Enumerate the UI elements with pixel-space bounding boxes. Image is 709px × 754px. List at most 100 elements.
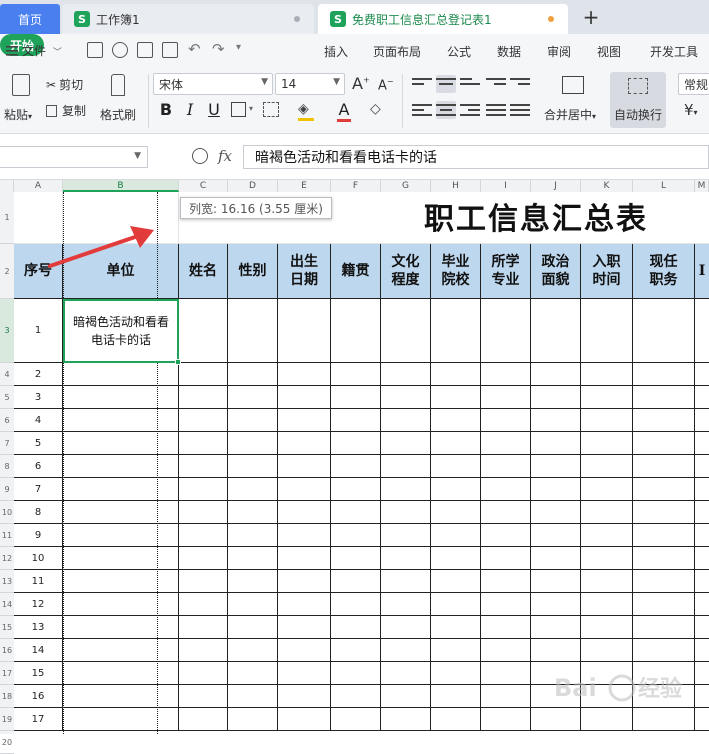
cell[interactable] — [331, 639, 381, 662]
cell[interactable] — [278, 455, 331, 478]
cell[interactable] — [431, 708, 481, 731]
cell[interactable] — [431, 639, 481, 662]
serial-cell[interactable]: 12 — [14, 593, 63, 616]
cell[interactable] — [63, 478, 179, 501]
bold-button[interactable]: B — [156, 100, 176, 119]
cell[interactable] — [581, 501, 633, 524]
cell[interactable] — [278, 639, 331, 662]
row-header[interactable]: 7 — [0, 432, 14, 455]
header-cell[interactable]: 现任 职务 — [633, 244, 695, 299]
cell[interactable] — [179, 363, 228, 386]
header-cell[interactable]: 文化 程度 — [381, 244, 431, 299]
underline-button[interactable]: U — [204, 100, 224, 119]
cell[interactable] — [633, 524, 695, 547]
cell[interactable] — [278, 685, 331, 708]
cell[interactable] — [633, 501, 695, 524]
cell[interactable] — [431, 501, 481, 524]
cell[interactable] — [331, 547, 381, 570]
select-all-corner[interactable] — [0, 180, 14, 192]
header-cell[interactable]: 出生 日期 — [278, 244, 331, 299]
cell[interactable] — [431, 685, 481, 708]
cell[interactable] — [531, 708, 581, 731]
cell[interactable] — [481, 299, 531, 363]
align-left-icon[interactable] — [412, 101, 432, 119]
cell[interactable] — [179, 409, 228, 432]
header-cell[interactable]: 所学 专业 — [481, 244, 531, 299]
serial-cell[interactable]: 7 — [14, 478, 63, 501]
cell[interactable] — [581, 639, 633, 662]
wrap-text-button[interactable]: 自动换行 — [610, 72, 666, 128]
cell[interactable] — [695, 299, 709, 363]
cell[interactable] — [481, 386, 531, 409]
column-header[interactable]: J — [531, 180, 581, 192]
cell[interactable] — [531, 524, 581, 547]
column-header[interactable]: M — [695, 180, 709, 192]
formula-input[interactable]: 暗褐色活动和看看电话卡的话 — [243, 145, 709, 169]
cell[interactable] — [633, 593, 695, 616]
chevron-down-icon[interactable]: ▾ — [249, 104, 253, 113]
cell[interactable] — [278, 524, 331, 547]
zoom-icon[interactable] — [192, 148, 208, 164]
cell[interactable] — [331, 432, 381, 455]
serial-cell[interactable]: 13 — [14, 616, 63, 639]
cell[interactable] — [581, 386, 633, 409]
cell[interactable] — [531, 570, 581, 593]
cell[interactable] — [63, 593, 179, 616]
merge-center-button[interactable]: 合并居中▾ — [544, 72, 604, 128]
cell[interactable] — [581, 593, 633, 616]
row-header[interactable]: 6 — [0, 409, 14, 432]
cell[interactable] — [228, 478, 278, 501]
cell[interactable] — [228, 299, 278, 363]
cell[interactable] — [63, 455, 179, 478]
cell[interactable] — [278, 616, 331, 639]
cell[interactable] — [228, 616, 278, 639]
cell[interactable] — [331, 386, 381, 409]
undo-icon[interactable]: ↶ — [188, 40, 201, 58]
cell[interactable] — [228, 708, 278, 731]
cut-button[interactable]: ✂ 剪切 — [46, 76, 83, 93]
cell[interactable] — [581, 570, 633, 593]
fill-handle[interactable] — [175, 359, 181, 365]
file-menu[interactable]: 文件 ﹀ — [6, 42, 62, 59]
fill-color-icon[interactable]: ◈ — [298, 101, 314, 121]
cell[interactable] — [179, 299, 228, 363]
cell[interactable] — [431, 662, 481, 685]
cell[interactable] — [481, 363, 531, 386]
cell[interactable] — [381, 662, 431, 685]
cell[interactable] — [228, 547, 278, 570]
cell[interactable] — [179, 501, 228, 524]
cell[interactable] — [381, 299, 431, 363]
cell[interactable] — [381, 570, 431, 593]
cell[interactable] — [63, 570, 179, 593]
cell[interactable] — [228, 455, 278, 478]
align-right-icon[interactable] — [460, 101, 480, 119]
cell[interactable] — [431, 478, 481, 501]
serial-cell[interactable]: 4 — [14, 409, 63, 432]
cell[interactable] — [531, 593, 581, 616]
cell[interactable] — [381, 501, 431, 524]
cell[interactable] — [381, 386, 431, 409]
row-header[interactable]: 2 — [0, 244, 14, 299]
column-header[interactable]: I — [481, 180, 531, 192]
cell[interactable] — [531, 409, 581, 432]
row-header[interactable]: 9 — [0, 478, 14, 501]
cell[interactable] — [481, 570, 531, 593]
format-painter-button[interactable]: 格式刷 — [100, 72, 140, 128]
cell[interactable] — [581, 708, 633, 731]
cell[interactable] — [695, 501, 709, 524]
cell[interactable] — [481, 409, 531, 432]
row-header[interactable]: 13 — [0, 570, 14, 593]
row-header[interactable]: 11 — [0, 524, 14, 547]
cell[interactable] — [481, 708, 531, 731]
cell[interactable] — [228, 363, 278, 386]
quick-access-more-icon[interactable]: ▾ — [236, 42, 241, 53]
menu-review[interactable]: 审阅 — [547, 43, 571, 60]
cell[interactable] — [331, 662, 381, 685]
serial-cell[interactable]: 14 — [14, 639, 63, 662]
cell[interactable] — [381, 478, 431, 501]
row-header[interactable]: 10 — [0, 501, 14, 524]
cell[interactable] — [278, 547, 331, 570]
cell[interactable] — [228, 685, 278, 708]
cell[interactable] — [381, 639, 431, 662]
header-cell[interactable]: 入职 时间 — [581, 244, 633, 299]
